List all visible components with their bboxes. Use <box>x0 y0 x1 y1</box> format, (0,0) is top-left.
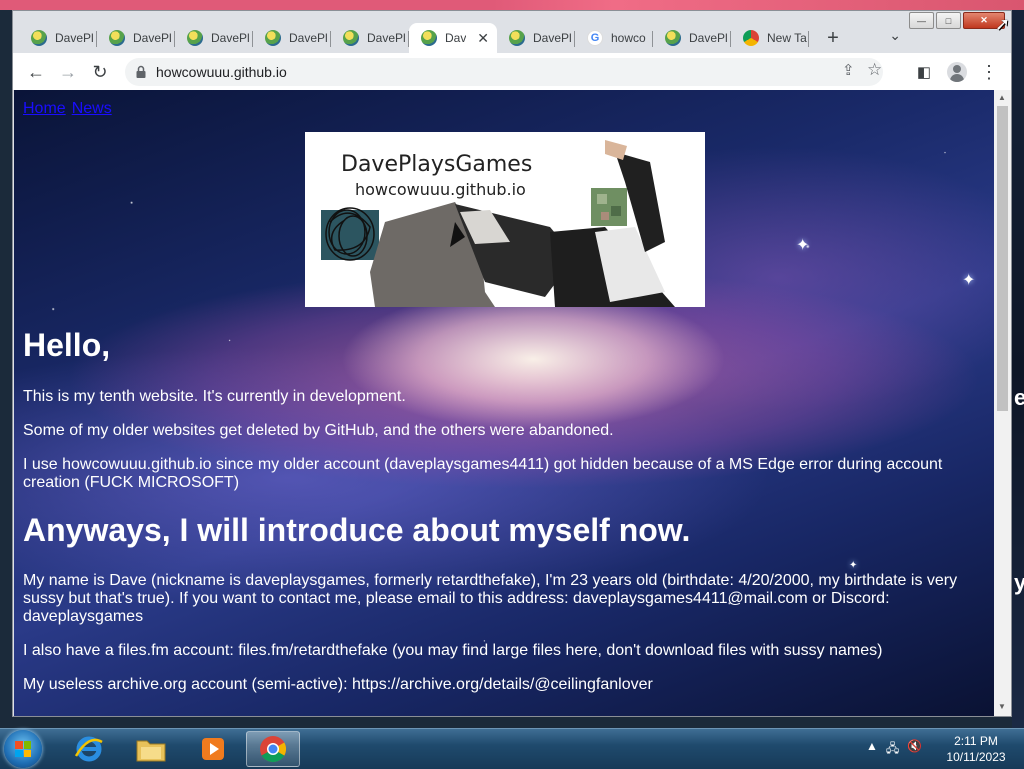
back-arrow-icon[interactable]: ← <box>23 59 49 85</box>
tab-label: DavePl <box>367 31 406 45</box>
background-window-peek: e y <box>1012 10 1024 728</box>
new-tab-button[interactable]: + <box>817 23 849 53</box>
mouse-cursor-icon: ➚ <box>995 14 1011 34</box>
heading-about: Anyways, I will introduce about myself n… <box>23 512 691 548</box>
page-viewport: ✦ ✦ ✦ Home News DavePlaysGames howcowuuu.… <box>14 90 994 716</box>
url-text[interactable]: howcowuuu.github.io <box>156 64 287 80</box>
scrollbar-thumb[interactable] <box>997 106 1008 411</box>
site-banner-image: DavePlaysGames howcowuuu.github.io <box>305 132 705 307</box>
address-bar[interactable]: howcowuuu.github.io ⇪ ☆ <box>125 58 883 86</box>
paragraph: This is my tenth website. It's currently… <box>23 388 406 405</box>
desktop-background <box>0 0 1024 10</box>
paragraph: I also have a files.fm account: files.fm… <box>23 642 883 659</box>
tab-strip: DavePl DavePl DavePl DavePl DavePl Dav ✕ … <box>13 21 1011 53</box>
google-icon: G <box>587 30 603 46</box>
tab[interactable]: DavePl <box>97 23 175 53</box>
nav-link-news[interactable]: News <box>72 100 112 117</box>
chrome-icon[interactable] <box>246 731 300 767</box>
clock[interactable]: 2:11 PM 10/11/2023 <box>936 733 1016 765</box>
tab-active[interactable]: Dav ✕ <box>409 23 497 53</box>
explorer-icon[interactable] <box>124 731 178 767</box>
chrome-window: — □ ✕ DavePl DavePl DavePl DavePl DavePl… <box>12 10 1012 717</box>
dpg-icon <box>31 30 47 46</box>
clock-date: 10/11/2023 <box>946 750 1006 764</box>
tab[interactable]: DavePl <box>497 23 575 53</box>
paragraph: I use howcowuuu.github.io since my older… <box>23 456 943 491</box>
tab[interactable]: DavePl <box>653 23 731 53</box>
tab-search-chevron-icon[interactable]: ⌄ <box>889 27 901 44</box>
tab-label: DavePl <box>533 31 572 45</box>
paragraph: My name is Dave (nickname is daveplaysga… <box>23 572 958 625</box>
reload-icon[interactable]: ↻ <box>87 59 113 85</box>
profile-avatar-icon[interactable] <box>944 59 970 85</box>
network-icon[interactable]: 🖧 <box>886 739 899 760</box>
share-icon[interactable]: ⇪ <box>842 61 855 79</box>
tab-label: DavePl <box>55 31 94 45</box>
scroll-down-arrow-icon[interactable]: ▼ <box>998 702 1006 711</box>
site-nav: Home News <box>23 100 118 118</box>
dpg-icon <box>421 30 437 46</box>
paragraph: Some of my older websites get deleted by… <box>23 422 614 439</box>
tab[interactable]: New Ta <box>731 23 809 53</box>
star-sparkle: ✦ <box>962 272 976 289</box>
dpg-icon <box>343 30 359 46</box>
tab-label: New Ta <box>767 31 807 45</box>
tab[interactable]: Ghowco <box>575 23 653 53</box>
ie-icon[interactable] <box>62 731 116 767</box>
tab-label: DavePl <box>689 31 728 45</box>
close-tab-icon[interactable]: ✕ <box>477 30 489 47</box>
windows-logo-icon <box>15 741 31 757</box>
scroll-up-arrow-icon[interactable]: ▲ <box>998 93 1006 102</box>
side-panel-icon[interactable]: ◧ <box>911 59 937 85</box>
browser-toolbar: ← → ↻ howcowuuu.github.io ⇪ ☆ ◧ ⋮ <box>13 53 1011 91</box>
tab[interactable]: DavePl <box>253 23 331 53</box>
heading-hello: Hello, <box>23 327 111 363</box>
show-hidden-icons-icon[interactable]: ▲ <box>866 739 878 760</box>
paragraph: My useless archive.org account (semi-act… <box>23 676 653 693</box>
star-sparkle: ✦ <box>796 237 810 254</box>
volume-muted-icon[interactable]: 🔇 <box>907 739 922 760</box>
tab[interactable]: DavePl <box>19 23 97 53</box>
vertical-scrollbar[interactable]: ▲ ▼ <box>994 90 1011 716</box>
tab[interactable]: DavePl <box>175 23 253 53</box>
dpg-icon <box>265 30 281 46</box>
dpg-icon <box>665 30 681 46</box>
menu-kebab-icon[interactable]: ⋮ <box>976 59 1002 85</box>
media-player-icon[interactable] <box>186 731 240 767</box>
tab-label: DavePl <box>133 31 172 45</box>
bookmark-star-icon[interactable]: ☆ <box>867 60 882 80</box>
lock-icon[interactable] <box>133 64 149 80</box>
system-tray: ▲ 🖧 🔇 <box>866 739 922 760</box>
dpg-icon <box>187 30 203 46</box>
tab-label: howco <box>611 31 646 45</box>
chrome-icon <box>743 30 759 46</box>
banner-artwork <box>321 140 675 307</box>
tab[interactable]: DavePl <box>331 23 409 53</box>
dpg-icon <box>509 30 525 46</box>
forward-arrow-icon[interactable]: → <box>55 59 81 85</box>
nav-link-home[interactable]: Home <box>23 100 66 117</box>
windows-taskbar: ▲ 🖧 🔇 2:11 PM 10/11/2023 <box>0 728 1024 769</box>
tab-label: DavePl <box>211 31 250 45</box>
dpg-icon <box>109 30 125 46</box>
star-sparkle: ✦ <box>849 560 858 571</box>
clock-time: 2:11 PM <box>954 734 998 748</box>
tab-label: DavePl <box>289 31 328 45</box>
start-button[interactable] <box>4 730 42 768</box>
tab-label: Dav <box>445 31 467 45</box>
